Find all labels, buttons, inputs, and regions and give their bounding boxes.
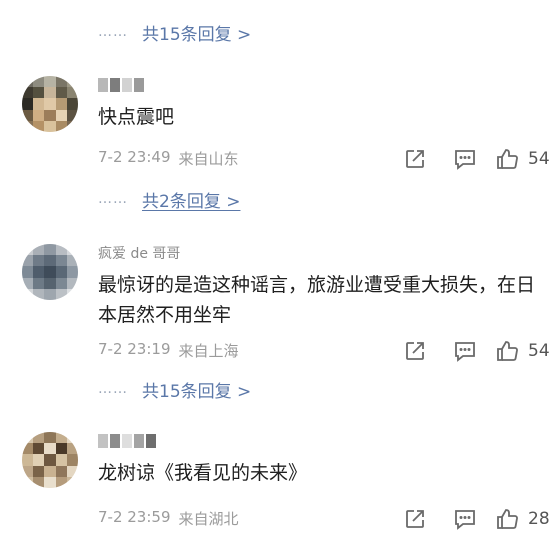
reply-dots: …… <box>98 191 128 207</box>
username[interactable] <box>98 430 258 452</box>
reply-count-text: 共2条回复 > <box>142 191 241 212</box>
comment-meta: 7-2 23:19 来自上海 <box>98 340 239 361</box>
pixelated-username <box>98 434 156 448</box>
share-square-icon <box>406 150 424 168</box>
thumbs-up-icon <box>497 509 518 529</box>
like-button[interactable]: 54 <box>496 340 550 362</box>
share-square-icon <box>406 510 424 528</box>
reply-dots: …… <box>98 381 128 397</box>
comment-meta: 7-2 23:59 来自湖北 <box>98 508 239 529</box>
comment-actions: 54 <box>396 338 550 364</box>
comment-bubble-icon <box>455 150 475 170</box>
reply-count-text: 共15条回复 > <box>142 24 252 45</box>
share-square-icon <box>406 342 424 360</box>
comment-button[interactable] <box>446 146 484 172</box>
comment-text: 最惊讶的是造这种谣言，旅游业遭受重大损失，在日本居然不用坐牢 <box>98 274 536 326</box>
repost-button[interactable] <box>396 506 434 532</box>
repost-button[interactable] <box>396 146 434 172</box>
comment-actions: 28 <box>396 506 550 532</box>
location: 来自山东 <box>178 150 239 168</box>
timestamp: 7-2 23:19 <box>98 340 171 358</box>
like-button[interactable]: 54 <box>496 148 550 170</box>
reply-dots: …… <box>98 24 128 40</box>
username[interactable]: 疯爱 de 哥哥 <box>98 242 258 264</box>
reply-count-text: 共15条回复 > <box>142 381 252 402</box>
replies-link[interactable]: …… 共15条回复 > <box>98 12 251 52</box>
comment-actions: 54 <box>396 146 550 172</box>
comment-meta: 7-2 23:49 来自山东 <box>98 148 239 169</box>
thumbs-up-icon <box>497 341 518 361</box>
timestamp: 7-2 23:59 <box>98 508 171 526</box>
comment-button[interactable] <box>446 506 484 532</box>
like-count: 54 <box>528 341 550 361</box>
username-text: 疯爱 de 哥哥 <box>98 246 181 262</box>
like-count: 28 <box>528 509 550 529</box>
avatar[interactable] <box>22 244 78 300</box>
location: 来自湖北 <box>178 510 239 528</box>
comment-text: 快点震吧 <box>98 106 175 128</box>
replies-link[interactable]: …… 共2条回复 > <box>98 179 240 219</box>
comment-bubble-icon <box>455 510 475 530</box>
username[interactable] <box>98 74 258 96</box>
avatar[interactable] <box>22 76 78 132</box>
location: 来自上海 <box>178 342 239 360</box>
comment-text: 龙树谅《我看见的未来》 <box>98 462 308 484</box>
replies-link[interactable]: …… 共15条回复 > <box>98 369 251 409</box>
like-button[interactable]: 28 <box>496 508 550 530</box>
pixelated-username <box>98 78 144 92</box>
comment-bubble-icon <box>455 342 475 362</box>
avatar[interactable] <box>22 432 78 488</box>
repost-button[interactable] <box>396 338 434 364</box>
timestamp: 7-2 23:49 <box>98 148 171 166</box>
thumbs-up-icon <box>497 149 518 169</box>
like-count: 54 <box>528 149 550 169</box>
comment-button[interactable] <box>446 338 484 364</box>
